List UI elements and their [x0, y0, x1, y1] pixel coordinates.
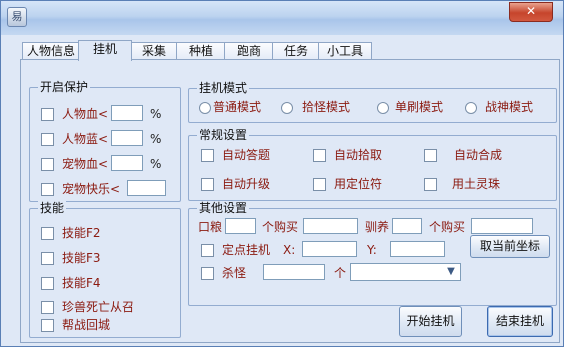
skill-f4-label: 技能F4: [62, 276, 101, 290]
skills-group-title: 技能: [38, 201, 67, 215]
use-locator-label: 用定位符: [334, 177, 383, 191]
mode-group-title: 挂机模式: [197, 81, 250, 95]
skill-f3-label: 技能F3: [62, 251, 101, 265]
mp-protect-checkbox[interactable]: [41, 133, 54, 146]
mode-solo-radio[interactable]: [377, 102, 389, 114]
use-earth-pearl-checkbox[interactable]: [424, 178, 437, 191]
mode-wargod-label: 战神模式: [485, 100, 534, 114]
mode-normal-label: 普通模式: [213, 100, 262, 114]
monster-select[interactable]: ▼: [350, 263, 461, 281]
tab-character-info[interactable]: 人物信息: [22, 42, 80, 60]
auto-combine-label: 自动合成: [454, 148, 503, 162]
tame-buy-input[interactable]: [471, 218, 533, 234]
guild-war-return-checkbox[interactable]: [41, 319, 54, 332]
auto-combine-checkbox[interactable]: [424, 149, 437, 162]
ration-label: 口粮: [198, 220, 223, 234]
tab-plant[interactable]: 种植: [176, 42, 226, 60]
skill-f2-label: 技能F2: [62, 226, 101, 240]
y-coord-input[interactable]: [390, 241, 445, 257]
protect-group: 开启保护 人物血< % 人物蓝< % 宠物血< % 宠物快乐<: [29, 80, 181, 202]
fixed-point-label: 定点挂机: [222, 243, 271, 257]
protect-group-title: 开启保护: [38, 80, 91, 94]
pet-hp-percent-label: %: [150, 157, 162, 171]
skill-f2-checkbox[interactable]: [41, 227, 54, 240]
pet-resummon-label: 珍兽死亡从召: [62, 300, 135, 314]
app-icon: 易: [7, 7, 27, 27]
auto-answer-checkbox[interactable]: [201, 149, 214, 162]
auto-levelup-label: 自动升级: [222, 177, 271, 191]
ration-buy-input[interactable]: [303, 218, 358, 234]
auto-answer-label: 自动答题: [222, 148, 271, 162]
x-coord-label: X:: [283, 243, 296, 257]
tab-quest[interactable]: 任务: [272, 42, 320, 60]
mp-threshold-input[interactable]: [111, 130, 143, 146]
general-group-title: 常规设置: [197, 128, 250, 142]
mode-solo-label: 单刷模式: [395, 100, 444, 114]
fixed-point-checkbox[interactable]: [201, 244, 214, 257]
skills-group: 技能 技能F2 技能F3 技能F4 珍兽死亡从召 帮战回城: [29, 201, 181, 338]
pet-happy-protect-checkbox[interactable]: [41, 183, 54, 196]
other-group-title: 其他设置: [197, 201, 250, 215]
y-coord-label: Y:: [367, 243, 377, 257]
ration-count-input[interactable]: [225, 218, 256, 234]
hp-protect-checkbox[interactable]: [41, 108, 54, 121]
close-icon: ✕: [525, 4, 537, 18]
mode-normal-radio[interactable]: [199, 102, 211, 114]
end-afk-button[interactable]: 结束挂机: [487, 306, 553, 337]
pet-hp-protect-label: 宠物血<: [62, 157, 109, 171]
guild-war-return-label: 帮战回城: [62, 318, 111, 332]
ration-buy-label: 个购买: [262, 220, 299, 234]
tab-gather[interactable]: 采集: [130, 42, 178, 60]
tab-tools[interactable]: 小工具: [318, 42, 372, 60]
get-current-coords-button[interactable]: 取当前坐标: [470, 235, 550, 258]
tab-trade[interactable]: 跑商: [224, 42, 274, 60]
mp-protect-label: 人物蓝<: [62, 132, 109, 146]
pet-happy-protect-label: 宠物快乐<: [62, 182, 121, 196]
kill-monster-label: 杀怪: [222, 266, 247, 280]
x-coord-input[interactable]: [302, 241, 357, 257]
hp-threshold-input[interactable]: [111, 105, 143, 121]
hp-protect-label: 人物血<: [62, 107, 109, 121]
mode-pickup-radio[interactable]: [281, 102, 293, 114]
auto-levelup-checkbox[interactable]: [201, 178, 214, 191]
general-group: 常规设置 自动答题 自动拾取 自动合成 自动升级 用定位符 用土灵珠: [188, 128, 557, 201]
kill-count-input[interactable]: [263, 264, 325, 280]
pet-hp-threshold-input[interactable]: [111, 155, 143, 171]
hp-percent-label: %: [150, 107, 162, 121]
tab-afk[interactable]: 挂机: [78, 40, 132, 61]
mp-percent-label: %: [150, 132, 162, 146]
kill-unit-label: 个: [334, 266, 347, 280]
other-group: 其他设置 口粮 个购买 驯养 个购买 定点挂机 X: Y: 取当前坐标 杀怪 个…: [188, 201, 557, 306]
tame-count-input[interactable]: [392, 218, 422, 234]
close-button[interactable]: ✕: [509, 2, 553, 22]
mode-wargod-radio[interactable]: [465, 102, 477, 114]
pet-resummon-checkbox[interactable]: [41, 301, 54, 314]
skill-f4-checkbox[interactable]: [41, 277, 54, 290]
auto-pickup-label: 自动拾取: [334, 148, 383, 162]
use-locator-checkbox[interactable]: [313, 178, 326, 191]
kill-monster-checkbox[interactable]: [201, 267, 214, 280]
tame-label: 驯养: [365, 220, 390, 234]
chevron-down-icon: ▼: [447, 266, 455, 277]
mode-pickup-label: 拾怪模式: [302, 100, 351, 114]
mode-group: 挂机模式 普通模式 拾怪模式 单刷模式 战神模式: [188, 81, 557, 123]
title-bar[interactable]: 易 ✕: [1, 1, 563, 35]
main-window: 易 ✕ 人物信息 挂机 采集 种植 跑商 任务 小工具 开启保护 人物血< % …: [0, 0, 564, 347]
use-earth-pearl-label: 用土灵珠: [452, 177, 501, 191]
pet-hp-protect-checkbox[interactable]: [41, 158, 54, 171]
start-afk-button[interactable]: 开始挂机: [399, 306, 462, 337]
pet-happy-threshold-input[interactable]: [127, 180, 166, 196]
skill-f3-checkbox[interactable]: [41, 252, 54, 265]
auto-pickup-checkbox[interactable]: [313, 149, 326, 162]
tame-buy-label: 个购买: [429, 220, 466, 234]
afk-tab-panel: 开启保护 人物血< % 人物蓝< % 宠物血< % 宠物快乐< 技能 技能F2 …: [20, 59, 560, 343]
